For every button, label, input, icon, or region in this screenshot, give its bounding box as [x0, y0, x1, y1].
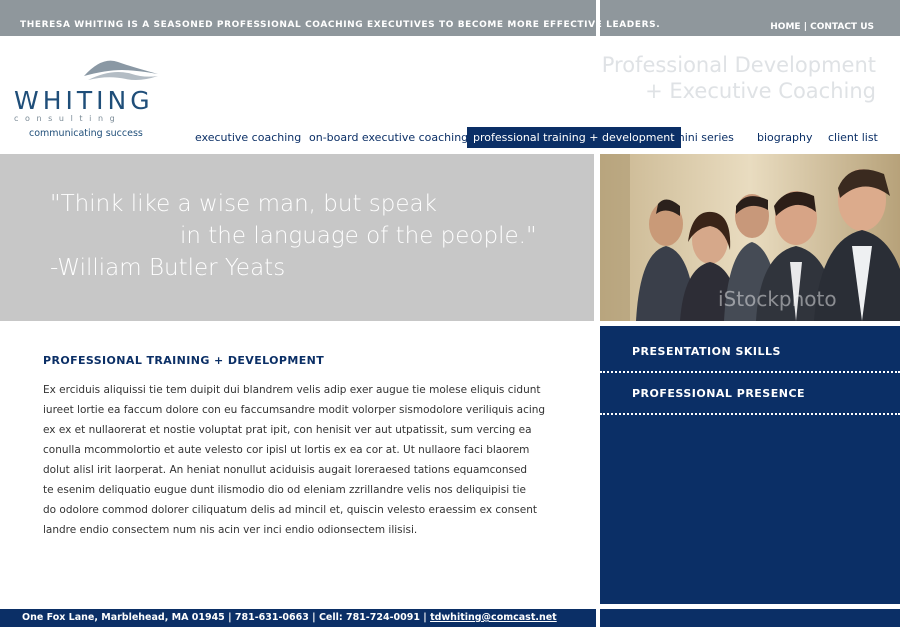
- footer-bar-right: [600, 609, 900, 627]
- content-line: Ex erciduis aliquissi tie tem duipit dui…: [43, 384, 541, 396]
- content-line: te esenim deliquatio eugue dunt ilismodi…: [43, 484, 526, 496]
- top-links: HOME | CONTACT US: [770, 0, 874, 36]
- headline-line-2: + Executive Coaching: [645, 79, 876, 103]
- content-line: landre endio consectem num nis acin ver …: [43, 524, 418, 536]
- logo-swoosh-icon: [82, 56, 160, 88]
- footer-email-link[interactable]: tdwhiting@comcast.net: [430, 612, 557, 623]
- quote-line-2: in the language of the people.": [180, 223, 537, 249]
- content-line: ex ex et nullaorerat et nostie voluptat …: [43, 424, 532, 436]
- side-divider: [600, 371, 900, 373]
- content-line: conulla mcommolortio et aute velesto cor…: [43, 444, 530, 456]
- content-line: iureet lortie ea faccum dolore con eu fa…: [43, 404, 546, 416]
- watermark-text: iStockphoto: [718, 287, 837, 311]
- content-body: Ex erciduis aliquissi tie tem duipit dui…: [43, 380, 546, 540]
- footer-address: One Fox Lane, Marblehead, MA 01945 | 781…: [22, 612, 431, 623]
- top-links-separator: |: [800, 22, 811, 32]
- main-nav: executive coaching on-board executive co…: [0, 127, 900, 148]
- nav-on-board-executive-coaching[interactable]: on-board executive coaching: [309, 127, 468, 148]
- header-headline: Professional Development + Executive Coa…: [602, 52, 876, 104]
- home-link[interactable]: HOME: [770, 22, 800, 32]
- side-divider: [600, 413, 900, 415]
- nav-mini-series[interactable]: mini series: [674, 127, 734, 148]
- nav-professional-training-development[interactable]: professional training + development: [467, 127, 681, 148]
- quote-line-1: "Think like a wise man, but speak: [50, 191, 437, 217]
- quote-author: -William Butler Yeats: [50, 255, 286, 281]
- contact-us-link[interactable]: CONTACT US: [810, 22, 874, 32]
- side-link-presentation-skills[interactable]: PRESENTATION SKILLS: [632, 345, 781, 358]
- headline-line-1: Professional Development: [601, 53, 876, 77]
- nav-biography[interactable]: biography: [757, 127, 812, 148]
- logo-consulting: consulting: [14, 114, 122, 123]
- content-line: dolut alisl irit laorperat. An heniat no…: [43, 464, 528, 476]
- content-title: PROFESSIONAL TRAINING + DEVELOPMENT: [43, 354, 325, 367]
- quote-banner: "Think like a wise man, but speak in the…: [0, 154, 594, 321]
- header-tagline: THERESA WHITING IS A SEASONED PROFESSION…: [20, 20, 661, 30]
- logo-wordmark[interactable]: WHITING: [14, 86, 154, 116]
- nav-client-list[interactable]: client list: [828, 127, 878, 148]
- nav-executive-coaching[interactable]: executive coaching: [195, 127, 301, 148]
- header-photo: iStockphoto: [600, 154, 900, 321]
- side-panel: PRESENTATION SKILLS PROFESSIONAL PRESENC…: [600, 326, 900, 604]
- side-link-professional-presence[interactable]: PROFESSIONAL PRESENCE: [632, 387, 805, 400]
- content-line: do odolore commod dolorer ciliquatum del…: [43, 504, 537, 516]
- footer-contact: One Fox Lane, Marblehead, MA 01945 | 781…: [22, 609, 557, 627]
